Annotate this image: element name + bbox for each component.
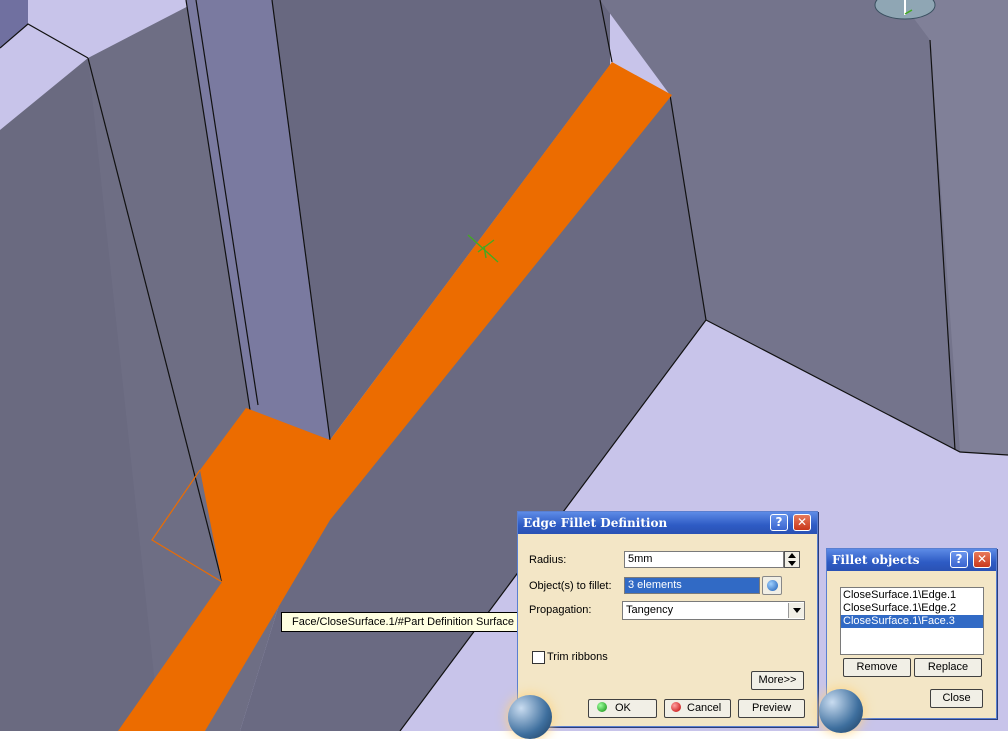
objects-label: Object(s) to fillet:	[529, 580, 612, 592]
ok-label: OK	[615, 702, 631, 714]
radius-spinner[interactable]	[784, 551, 800, 568]
fillet-objects-dialog: Fillet objects ? ✕ CloseSurface.1\Edge.1…	[819, 548, 997, 733]
replace-button[interactable]: Replace	[914, 658, 982, 677]
cancel-icon	[671, 702, 681, 712]
fillet-objects-list[interactable]: CloseSurface.1\Edge.1 CloseSurface.1\Edg…	[840, 587, 984, 655]
objects-to-fillet-field[interactable]: 3 elements	[624, 577, 760, 594]
preview-button[interactable]: Preview	[738, 699, 805, 718]
close-icon[interactable]: ✕	[793, 514, 811, 531]
more-button[interactable]: More>>	[751, 671, 804, 690]
edge-fillet-dialog: Edge Fillet Definition ? ✕ Radius: 5mm O…	[508, 511, 818, 739]
radius-label: Radius:	[529, 554, 567, 566]
list-item[interactable]: CloseSurface.1\Edge.1	[841, 589, 983, 602]
list-item-selected[interactable]: CloseSurface.1\Face.3	[841, 615, 983, 628]
remove-button[interactable]: Remove	[843, 658, 911, 677]
cancel-button[interactable]: Cancel	[664, 699, 731, 718]
ok-button[interactable]: OK	[588, 699, 657, 718]
chevron-down-icon[interactable]	[788, 603, 804, 618]
spinner-down-icon[interactable]	[788, 561, 796, 566]
fillet-objects-titlebar[interactable]: Fillet objects ? ✕	[827, 549, 996, 571]
catia-logo	[819, 689, 863, 733]
cancel-label: Cancel	[687, 702, 722, 714]
multi-selection-icon[interactable]	[762, 576, 782, 595]
trim-ribbons-checkbox[interactable]	[532, 651, 545, 664]
edge-fillet-titlebar[interactable]: Edge Fillet Definition ? ✕	[518, 512, 817, 534]
fillet-objects-title: Fillet objects	[832, 553, 920, 567]
close-button[interactable]: Close	[930, 689, 983, 708]
radius-input[interactable]: 5mm	[624, 551, 784, 568]
edge-fillet-title: Edge Fillet Definition	[523, 516, 668, 530]
help-button[interactable]: ?	[950, 551, 968, 568]
help-button[interactable]: ?	[770, 514, 788, 531]
propagation-label: Propagation:	[529, 604, 592, 616]
propagation-select[interactable]: Tangency	[622, 601, 805, 620]
spinner-up-icon[interactable]	[788, 553, 796, 558]
list-item[interactable]: CloseSurface.1\Edge.2	[841, 602, 983, 615]
trim-ribbons-label: Trim ribbons	[547, 651, 608, 663]
ok-icon	[597, 702, 607, 712]
catia-logo	[508, 695, 552, 739]
close-icon[interactable]: ✕	[973, 551, 991, 568]
